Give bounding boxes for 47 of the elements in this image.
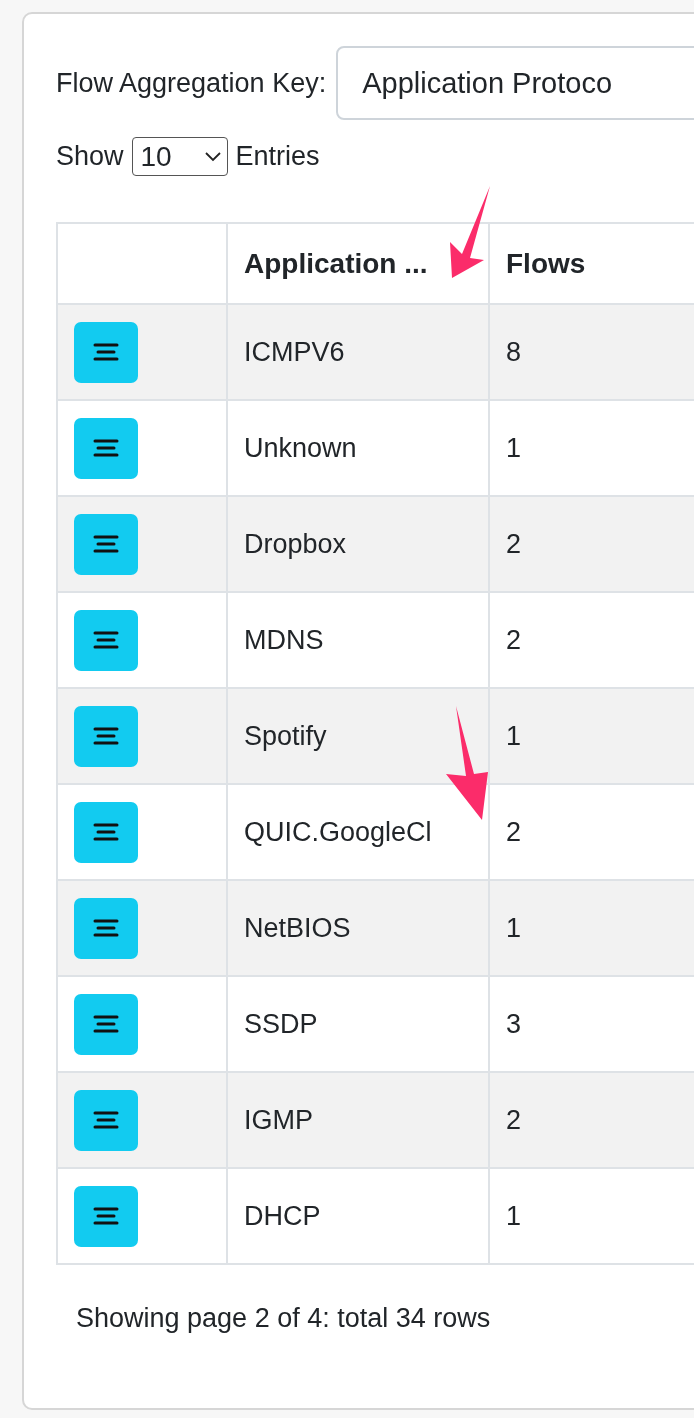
page-size-select[interactable]: 10 [131, 137, 228, 176]
table-cell: IGMP [244, 1104, 313, 1135]
details-button[interactable] [74, 1089, 138, 1151]
details-button[interactable] [74, 417, 138, 479]
menu-icon [93, 342, 119, 362]
table-cell: 2 [506, 816, 522, 847]
table-cell: SSDP [244, 1008, 318, 1039]
pagination-info: Showing page 2 of 4: total 34 rows [76, 1303, 492, 1334]
menu-icon [93, 438, 119, 458]
table-cell: 2 [506, 528, 522, 559]
menu-icon [93, 1110, 119, 1130]
chevron-down-icon [204, 151, 221, 162]
aggregation-label: Flow Aggregation Key: [56, 67, 327, 99]
table-cell: DHCP [244, 1200, 321, 1231]
table-cell: QUIC.GoogleCl [244, 816, 432, 847]
menu-icon [93, 1206, 119, 1226]
menu-icon [93, 726, 119, 746]
details-button[interactable] [74, 609, 138, 671]
details-button[interactable] [74, 801, 138, 863]
table-cell: Spotify [244, 720, 327, 751]
entries-label: Entries [235, 141, 320, 172]
table-cell: Dropbox [244, 528, 347, 559]
table-cell: 2 [506, 624, 522, 655]
menu-icon [93, 534, 119, 554]
details-button[interactable] [74, 513, 138, 575]
table-cell: 8 [506, 336, 522, 367]
aggregation-select[interactable]: Application Protoco [336, 46, 694, 120]
table-cell: Unknown [244, 432, 357, 463]
details-button[interactable] [74, 897, 138, 959]
menu-icon [93, 1014, 119, 1034]
menu-icon [93, 630, 119, 650]
table-cell: NetBIOS [244, 912, 351, 943]
table-cell: 2 [506, 1104, 522, 1135]
details-button[interactable] [74, 1185, 138, 1247]
details-button[interactable] [74, 321, 138, 383]
menu-icon [93, 918, 119, 938]
details-button[interactable] [74, 705, 138, 767]
table-cell: MDNS [244, 624, 324, 655]
table-cell: 1 [506, 720, 522, 751]
menu-icon [93, 822, 119, 842]
show-label: Show [56, 141, 124, 172]
table-cell: ICMPV6 [244, 336, 345, 367]
table-cell: 1 [506, 432, 522, 463]
details-button[interactable] [74, 993, 138, 1055]
table-cell: 3 [506, 1008, 522, 1039]
table-cell: 1 [506, 912, 522, 943]
table-cell: 1 [506, 1200, 522, 1231]
